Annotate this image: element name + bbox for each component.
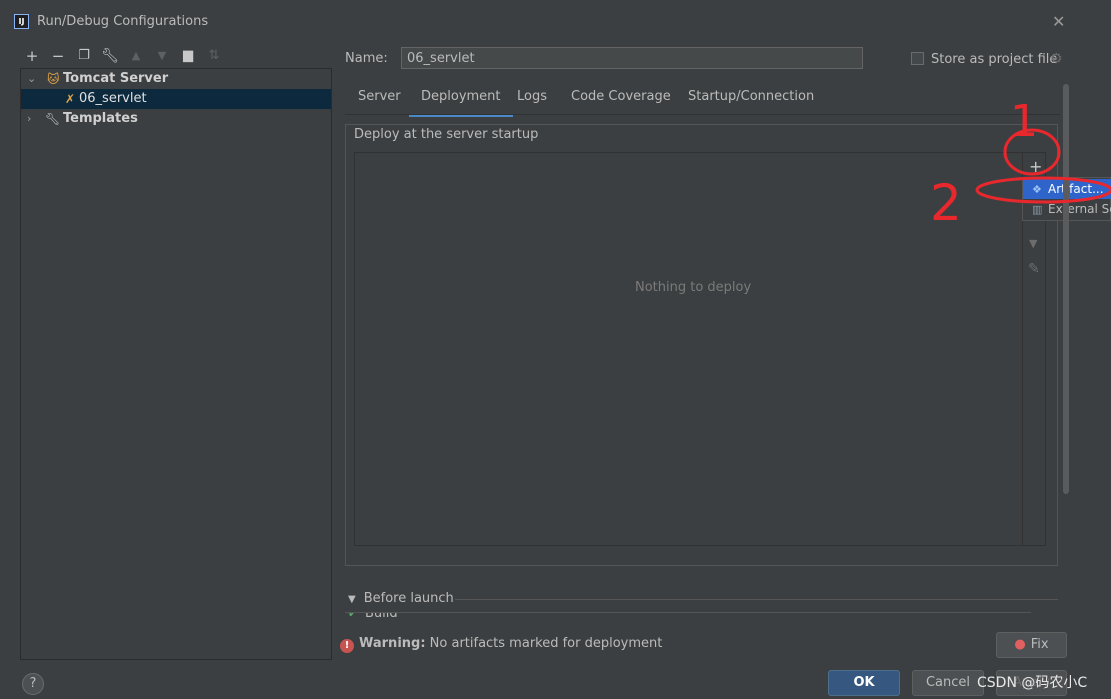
- annotation-circle-artifact: [975, 176, 1111, 204]
- annotation-number-one: 1: [1010, 96, 1038, 147]
- annotation-overlay: 1 2: [930, 96, 1111, 232]
- watermark: CSDN @码农小C: [977, 675, 1088, 691]
- annotation-number-two: 2: [930, 174, 962, 232]
